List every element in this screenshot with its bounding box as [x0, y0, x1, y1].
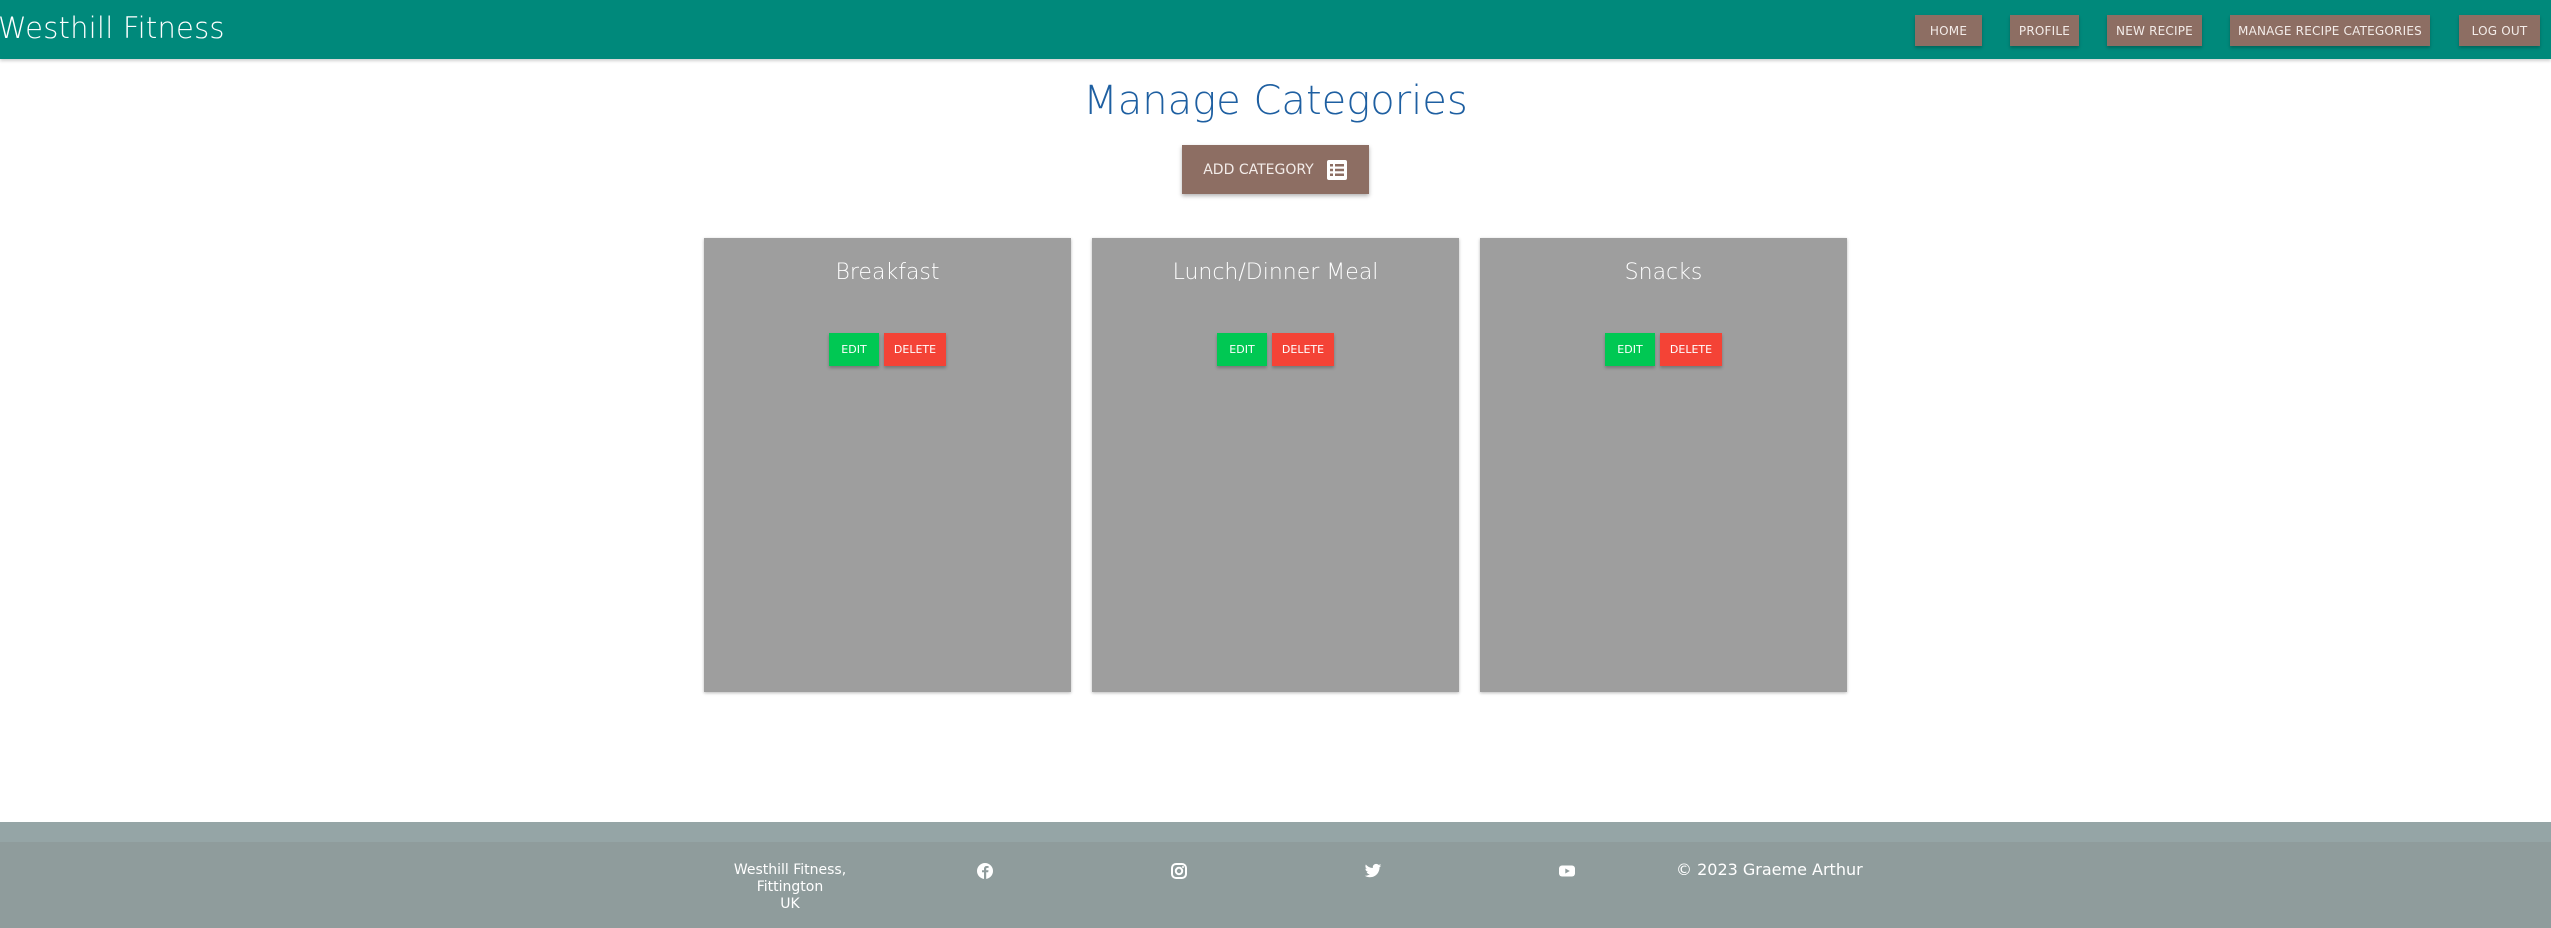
category-name: Lunch/Dinner Meal	[1172, 260, 1379, 285]
nav-logout-button[interactable]: LOG OUT	[2459, 15, 2540, 46]
category-name: Snacks	[1624, 260, 1703, 285]
copyright-text: © 2023 Graeme Arthur	[1676, 860, 1863, 879]
footer-divider	[0, 822, 2551, 842]
top-navbar: Westhill Fitness HOME PROFILE NEW RECIPE…	[0, 0, 2551, 59]
facebook-icon[interactable]	[976, 862, 994, 880]
category-name: Breakfast	[835, 260, 940, 285]
twitter-icon[interactable]	[1364, 862, 1382, 880]
page-title: Manage Categories	[1083, 78, 1468, 124]
category-actions: EDIT DELETE	[1480, 333, 1847, 366]
youtube-icon[interactable]	[1558, 862, 1576, 880]
instagram-icon[interactable]	[1170, 862, 1188, 880]
brand-logo[interactable]: Westhill Fitness	[0, 11, 225, 45]
category-card: Snacks EDIT DELETE	[1480, 238, 1847, 692]
category-card: Breakfast EDIT DELETE	[704, 238, 1071, 692]
footer-address-line2: UK	[780, 896, 800, 912]
delete-category-button[interactable]: DELETE	[1660, 333, 1722, 366]
edit-category-button[interactable]: EDIT	[1217, 333, 1267, 366]
nav-home-button[interactable]: HOME	[1915, 15, 1982, 46]
nav-profile-button[interactable]: PROFILE	[2010, 15, 2079, 46]
footer-address-line1: Westhill Fitness, Fittington	[733, 862, 847, 895]
nav-manage-categories-button[interactable]: MANAGE RECIPE CATEGORIES	[2230, 15, 2430, 46]
category-card: Lunch/Dinner Meal EDIT DELETE	[1092, 238, 1459, 692]
list-icon	[1326, 159, 1348, 181]
add-category-label: ADD CATEGORY	[1203, 161, 1314, 178]
category-actions: EDIT DELETE	[1092, 333, 1459, 366]
add-category-button[interactable]: ADD CATEGORY	[1182, 145, 1369, 194]
delete-category-button[interactable]: DELETE	[1272, 333, 1334, 366]
footer-address: Westhill Fitness, Fittington UK	[700, 862, 880, 913]
delete-category-button[interactable]: DELETE	[884, 333, 946, 366]
edit-category-button[interactable]: EDIT	[1605, 333, 1655, 366]
footer	[0, 842, 2551, 928]
edit-category-button[interactable]: EDIT	[829, 333, 879, 366]
nav-new-recipe-button[interactable]: NEW RECIPE	[2107, 15, 2202, 46]
category-actions: EDIT DELETE	[704, 333, 1071, 366]
